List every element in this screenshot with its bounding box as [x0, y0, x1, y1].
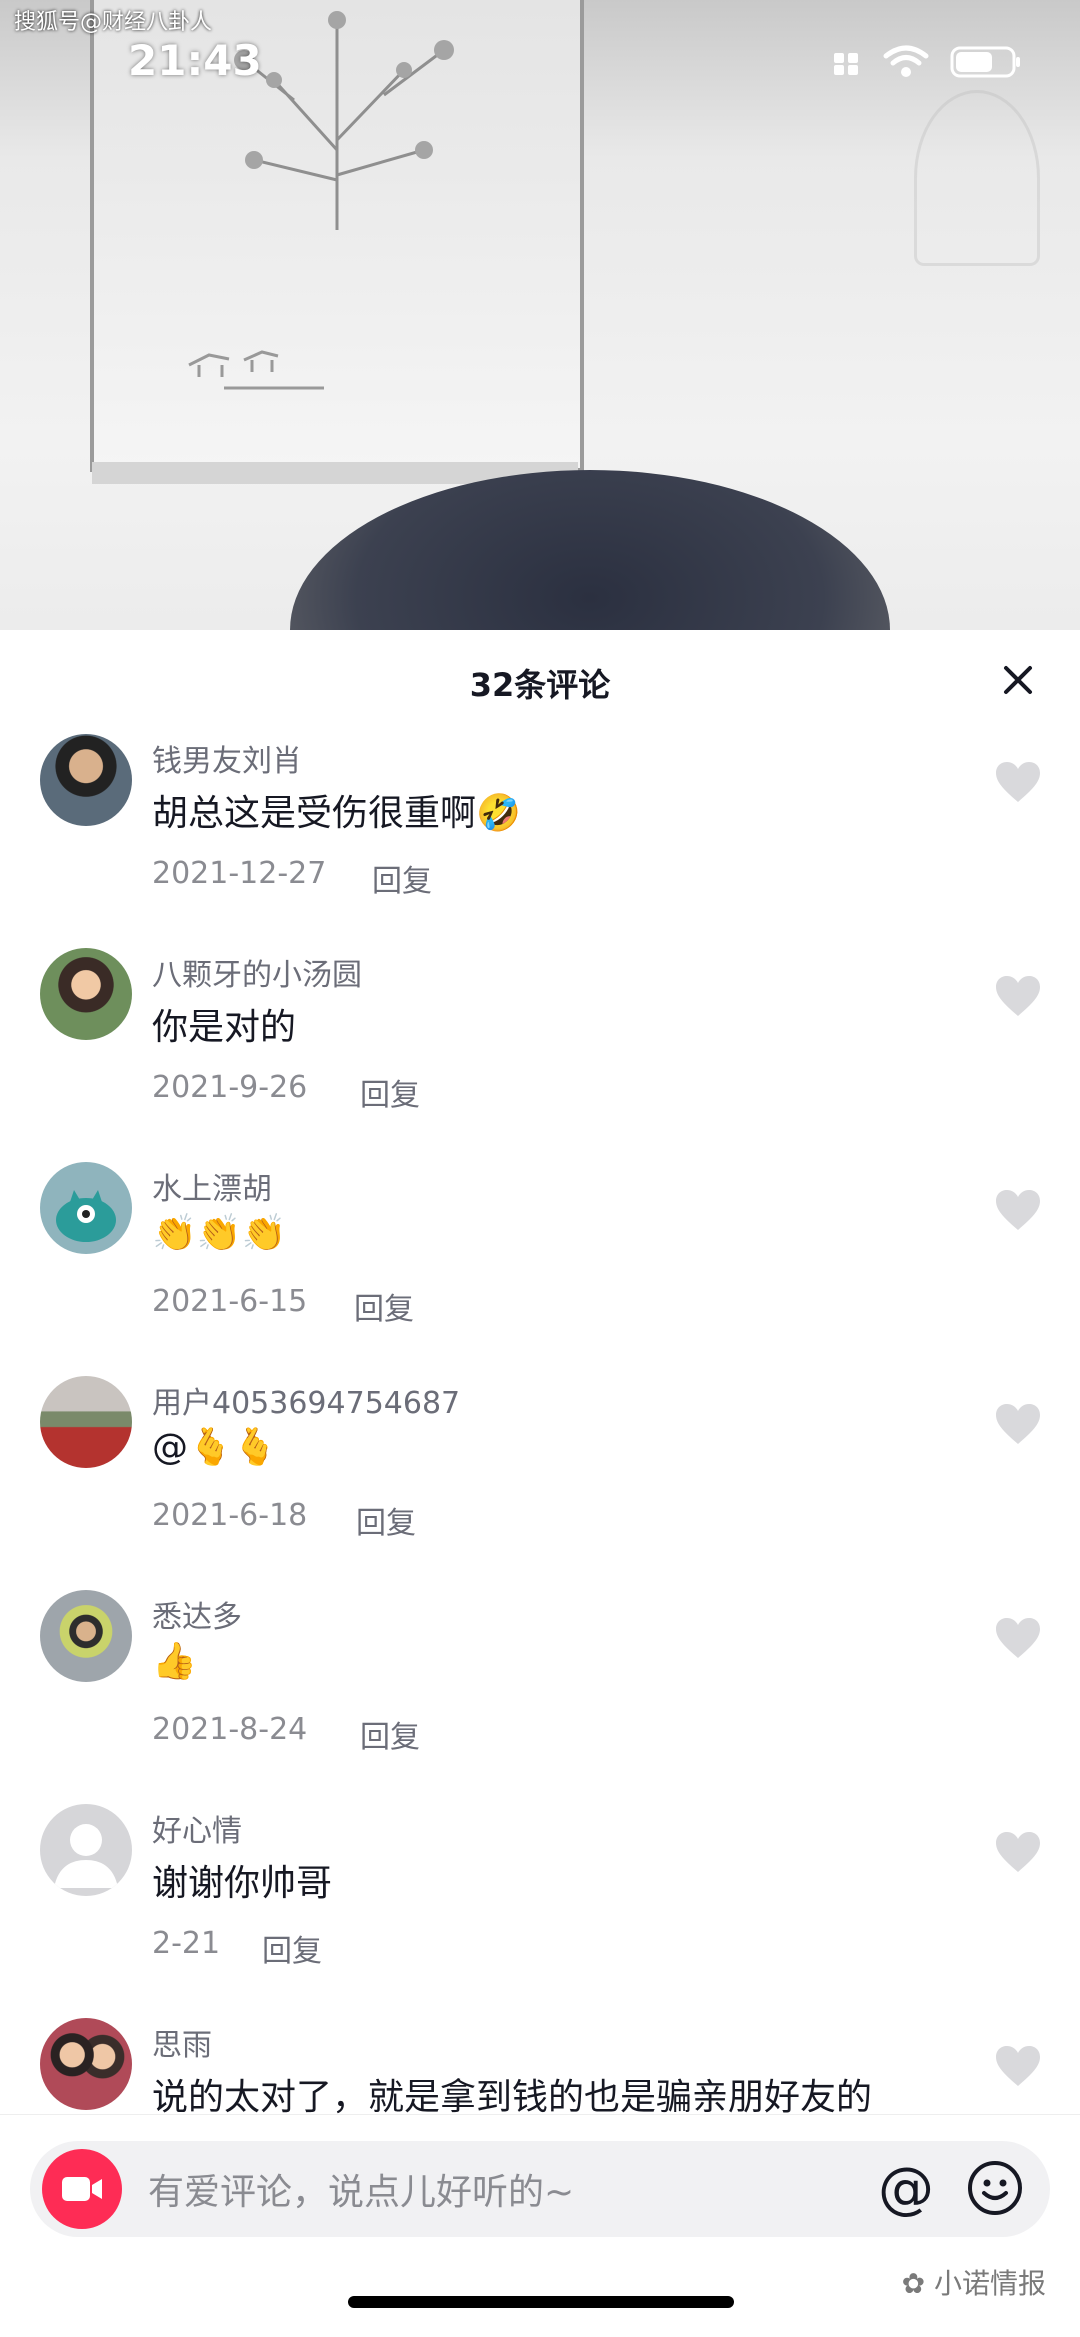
comment-item: 八颗牙的小汤圆 你是对的 2021-9-26 回复 [0, 948, 1080, 1162]
comment-item: 用户4053694754687 @🫰🫰 2021-6-18 回复 [0, 1376, 1080, 1590]
avatar[interactable] [40, 1804, 132, 1896]
status-icons [832, 44, 1022, 80]
watermark-label: 小诺情报 [933, 2267, 1046, 2300]
comment-date: 2021-8-24 [152, 1712, 308, 1747]
comment-count-title: 32条评论 [469, 666, 611, 704]
reply-button[interactable]: 回复 [372, 856, 432, 900]
reply-button[interactable]: 回复 [360, 1712, 420, 1756]
comment-date: 2021-6-18 [152, 1498, 308, 1533]
person-head [290, 470, 890, 630]
comment-item: 钱男友刘肖 胡总这是受伤很重啊🤣 2021-12-27 回复 [0, 734, 1080, 948]
comment-text: 谢谢你帅哥 [152, 1863, 333, 1904]
comment-sheet: 32条评论 钱男友刘肖 胡总这是受伤很重啊🤣 2021-12-27 回复 八颗牙… [0, 630, 1080, 2336]
home-indicator[interactable] [348, 2296, 734, 2308]
avatar[interactable] [40, 1162, 132, 1254]
comment-username[interactable]: 思雨 [152, 2020, 212, 2064]
battery-icon [950, 46, 1020, 78]
reply-button[interactable]: 回复 [356, 1498, 416, 1542]
video-reply-button[interactable] [42, 2149, 122, 2229]
wifi-icon [883, 45, 929, 77]
comment-item: 好心情 谢谢你帅哥 2-21 回复 [0, 1804, 1080, 2018]
comment-text: @🫰🫰 [152, 1427, 278, 1468]
comment-item: 水上漂胡 👏👏👏 2021-6-15 回复 [0, 1162, 1080, 1376]
like-heart-icon[interactable] [994, 1616, 1042, 1660]
at-mention-icon[interactable]: @ [878, 2157, 934, 2221]
default-user-icon [54, 1824, 118, 1888]
reply-button[interactable]: 回复 [354, 1284, 414, 1328]
wallpaper-ornament [914, 90, 1040, 266]
input-placeholder: 有爱评论，说点儿好听的~ [148, 2172, 575, 2213]
comment-text: 👏👏👏 [152, 1213, 287, 1254]
status-time: 21:43 [128, 36, 262, 85]
like-heart-icon[interactable] [994, 1402, 1042, 1446]
comment-date: 2021-6-15 [152, 1284, 308, 1319]
top-watermark: 搜狐号@财经八卦人 [14, 10, 213, 35]
like-heart-icon[interactable] [994, 760, 1042, 804]
like-heart-icon[interactable] [994, 974, 1042, 1018]
comment-date: 2021-12-27 [152, 856, 327, 891]
comment-text: 👍 [152, 1641, 197, 1682]
avatar[interactable] [40, 734, 132, 826]
wechat-icon: ✿ [901, 2267, 926, 2300]
camera-icon [62, 2177, 102, 2201]
comment-username[interactable]: 水上漂胡 [152, 1164, 272, 1208]
avatar[interactable] [40, 2018, 132, 2110]
comment-username[interactable]: 悉达多 [152, 1592, 242, 1636]
like-heart-icon[interactable] [994, 2044, 1042, 2088]
avatar[interactable] [40, 948, 132, 1040]
avatar[interactable] [40, 1590, 132, 1682]
comment-item: 悉达多 👍 2021-8-24 回复 [0, 1590, 1080, 1804]
signal-icon [834, 53, 858, 75]
bottom-watermark: ✿ 小诺情报 [902, 2262, 1046, 2302]
comment-text: 说的太对了，就是拿到钱的也是骗亲朋好友的 [152, 2077, 873, 2118]
comment-username[interactable]: 八颗牙的小汤圆 [152, 950, 362, 994]
like-heart-icon[interactable] [994, 1188, 1042, 1232]
comment-input[interactable]: 有爱评论，说点儿好听的~ @ [30, 2141, 1050, 2237]
reply-button[interactable]: 回复 [360, 1070, 420, 1114]
reply-button[interactable]: 回复 [262, 1926, 322, 1970]
comment-username[interactable]: 好心情 [152, 1806, 242, 1850]
like-heart-icon[interactable] [994, 1830, 1042, 1874]
comment-text: 胡总这是受伤很重啊🤣 [152, 793, 521, 834]
comment-username[interactable]: 钱男友刘肖 [152, 736, 302, 780]
avatar[interactable] [40, 1376, 132, 1468]
comment-date: 2-21 [152, 1926, 221, 1961]
close-icon[interactable] [1000, 662, 1036, 698]
video-player[interactable]: 搜狐号@财经八卦人 21:43 [0, 0, 1080, 630]
comment-text: 你是对的 [152, 1007, 297, 1048]
emoji-icon[interactable] [966, 2159, 1024, 2217]
comment-username[interactable]: 用户4053694754687 [152, 1378, 460, 1422]
monster-avatar-icon [56, 1190, 116, 1242]
comment-date: 2021-9-26 [152, 1070, 308, 1105]
